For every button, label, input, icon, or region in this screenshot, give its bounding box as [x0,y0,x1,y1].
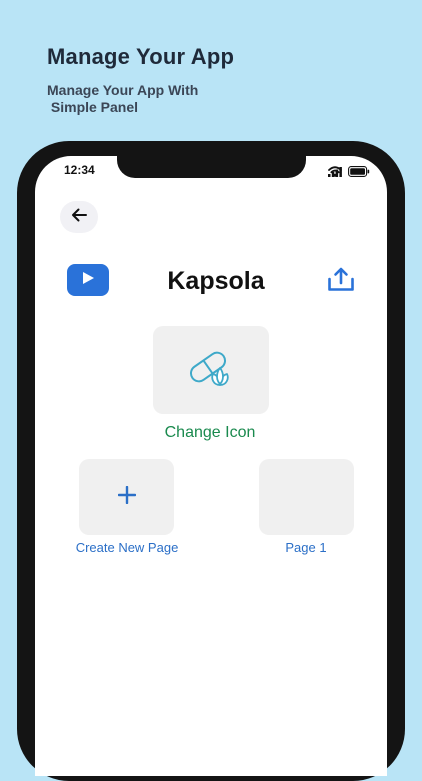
play-icon [81,271,95,290]
phone-notch [117,156,306,178]
page-1-tile[interactable] [259,459,354,535]
page-1-label[interactable]: Page 1 [246,540,366,555]
promo-title: Manage Your App [47,44,235,69]
app-icon-tile[interactable] [153,326,269,414]
wifi-icon [328,164,342,182]
battery-icon [348,164,370,182]
create-page-tile[interactable] [79,459,174,535]
capsule-leaf-icon [186,347,236,394]
upload-icon [327,266,355,297]
change-icon-link[interactable]: Change Icon [130,424,290,442]
plus-icon [117,485,136,509]
preview-button[interactable] [67,264,109,296]
upload-button[interactable] [326,266,356,296]
back-button[interactable] [60,201,98,233]
promo-subtitle: Manage Your App With Simple Panel [47,82,199,115]
status-time: 12:34 [64,163,95,177]
arrow-left-icon [71,208,87,227]
app-name: Kapsola [167,267,265,295]
create-page-label[interactable]: Create New Page [57,540,197,555]
